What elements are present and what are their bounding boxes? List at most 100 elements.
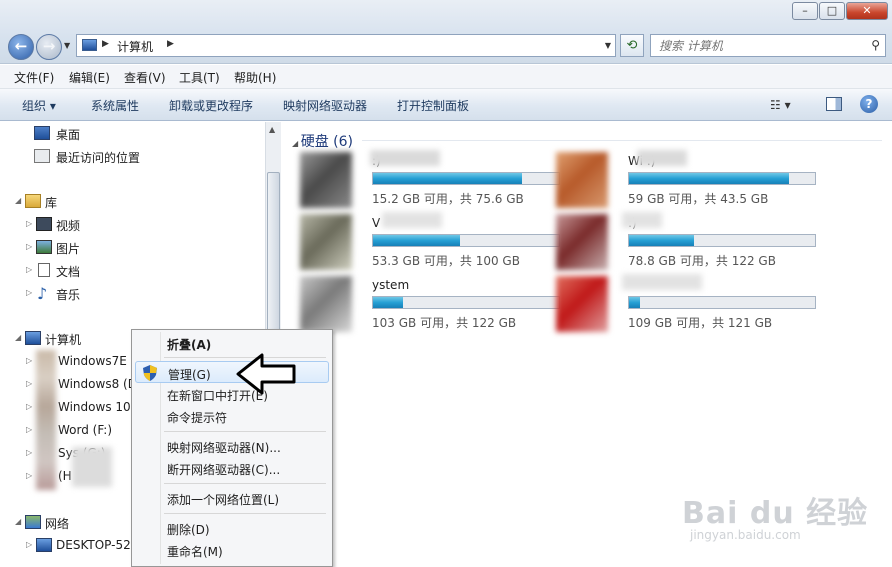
organize-button[interactable]: 组织 ▾ bbox=[22, 97, 56, 114]
address-bar[interactable]: ▶ 计算机 ▶ ▼ bbox=[76, 34, 616, 57]
back-button[interactable]: ← bbox=[8, 34, 34, 60]
computer-icon bbox=[36, 538, 52, 552]
breadcrumb-separator-icon[interactable]: ▶ bbox=[167, 39, 174, 49]
address-dropdown-icon[interactable]: ▼ bbox=[605, 41, 611, 50]
preview-pane-icon[interactable] bbox=[826, 97, 842, 111]
maximize-button[interactable]: □ bbox=[819, 2, 845, 20]
masked-label bbox=[637, 150, 687, 166]
watermark-url: jingyan.baidu.com bbox=[690, 528, 801, 542]
desktop-icon bbox=[34, 126, 50, 140]
computer-icon bbox=[82, 39, 97, 51]
expand-icon[interactable]: ▷ bbox=[26, 219, 32, 228]
menu-item-rename[interactable]: 重命名(M) bbox=[135, 539, 329, 561]
nav-item-drive-g[interactable]: ▷ Sys (G:) bbox=[0, 444, 140, 464]
menu-item-disconnect-network-drive[interactable]: 断开网络驱动器(C)... bbox=[135, 457, 329, 479]
minimize-button[interactable]: – bbox=[792, 2, 818, 20]
group-divider bbox=[362, 140, 882, 141]
refresh-button[interactable]: ⟲ bbox=[620, 34, 644, 57]
map-network-drive-button[interactable]: 映射网络驱动器 bbox=[283, 97, 367, 114]
nav-item-recent-places[interactable]: 最近访问的位置 bbox=[0, 147, 260, 167]
music-note-icon: ♪ bbox=[37, 284, 48, 303]
nav-item-drive-d[interactable]: ▷ Windows8 (D bbox=[0, 375, 140, 395]
menu-item-open-new-window[interactable]: 在新窗口中打开(E) bbox=[135, 383, 329, 405]
expand-icon[interactable]: ▷ bbox=[26, 471, 32, 480]
nav-item-music[interactable]: ▷ ♪ 音乐 bbox=[0, 284, 260, 304]
expand-icon[interactable]: ▷ bbox=[26, 379, 32, 388]
expand-icon[interactable]: ▷ bbox=[26, 402, 32, 411]
menu-tools[interactable]: 工具(T) bbox=[179, 69, 220, 86]
nav-item-desktop-host[interactable]: ▷ DESKTOP-52 bbox=[0, 536, 140, 556]
search-icon[interactable]: ⚲ bbox=[871, 38, 880, 52]
library-folder-icon bbox=[25, 194, 41, 208]
menu-item-delete[interactable]: 删除(D) bbox=[135, 517, 329, 539]
menu-item-add-network-location[interactable]: 添加一个网络位置(L) bbox=[135, 487, 329, 509]
expand-icon[interactable]: ▷ bbox=[26, 425, 32, 434]
collapse-icon[interactable]: ◢ bbox=[15, 196, 21, 205]
drive-usage-bar bbox=[628, 296, 816, 309]
expand-icon[interactable]: ▷ bbox=[26, 242, 32, 251]
menu-help[interactable]: 帮助(H) bbox=[234, 69, 276, 86]
drive-icon bbox=[556, 214, 608, 270]
drive-icon bbox=[300, 276, 352, 332]
expand-icon[interactable]: ▷ bbox=[26, 540, 32, 549]
search-input[interactable] bbox=[657, 36, 857, 55]
drive-tile[interactable]: :) 78.8 GB 可用，共 122 GB bbox=[556, 214, 816, 270]
menu-separator bbox=[164, 431, 326, 432]
network-icon bbox=[25, 515, 41, 529]
title-bar: – □ ✕ ← → ▼ ▶ 计算机 ▶ ▼ ⟲ ⚲ bbox=[0, 0, 892, 64]
nav-item-drive-h[interactable]: ▷ (H bbox=[0, 467, 140, 487]
drive-tile[interactable]: ystem 103 GB 可用，共 122 GB bbox=[300, 276, 560, 332]
nav-item-pictures[interactable]: ▷ 图片 bbox=[0, 238, 260, 258]
arrow-left-icon: ← bbox=[14, 37, 28, 55]
group-header-hard-disks[interactable]: ◢ 硬盘 (6) bbox=[292, 131, 353, 151]
collapse-icon[interactable]: ◢ bbox=[292, 139, 301, 148]
menu-view[interactable]: 查看(V) bbox=[124, 69, 166, 86]
scroll-up-icon[interactable]: ▲ bbox=[269, 125, 275, 134]
forward-button[interactable]: → bbox=[36, 34, 62, 60]
nav-item-documents[interactable]: ▷ 文档 bbox=[0, 261, 260, 281]
close-button[interactable]: ✕ bbox=[846, 2, 888, 20]
menu-item-command-prompt[interactable]: 命令提示符 bbox=[135, 405, 329, 427]
menu-item-map-network-drive[interactable]: 映射网络驱动器(N)... bbox=[135, 435, 329, 457]
drive-icon bbox=[300, 152, 352, 208]
menu-file[interactable]: 文件(F) bbox=[14, 69, 54, 86]
recent-pages-dropdown[interactable]: ▼ bbox=[64, 41, 70, 50]
document-icon bbox=[38, 263, 50, 277]
expand-icon[interactable]: ▷ bbox=[26, 265, 32, 274]
expand-icon[interactable]: ▷ bbox=[26, 356, 32, 365]
watermark-logo: Bai du 经验 bbox=[682, 496, 869, 531]
drive-usage-bar bbox=[372, 296, 560, 309]
help-icon[interactable]: ? bbox=[860, 95, 878, 113]
menu-item-manage[interactable]: 管理(G) bbox=[135, 361, 329, 383]
scrollbar-thumb[interactable] bbox=[267, 172, 280, 332]
picture-icon bbox=[36, 240, 52, 254]
system-properties-button[interactable]: 系统属性 bbox=[91, 97, 139, 114]
expand-icon[interactable]: ▷ bbox=[26, 288, 32, 297]
breadcrumb-computer[interactable]: 计算机 bbox=[117, 38, 153, 55]
video-icon bbox=[36, 217, 52, 231]
masked-label bbox=[370, 150, 440, 166]
expand-icon[interactable]: ▷ bbox=[26, 448, 32, 457]
menu-item-collapse[interactable]: 折叠(A) bbox=[135, 332, 329, 354]
nav-item-desktop[interactable]: 桌面 bbox=[0, 124, 260, 144]
nav-item-computer[interactable]: ◢ 计算机 bbox=[0, 329, 140, 349]
search-box[interactable]: ⚲ bbox=[650, 34, 886, 57]
uninstall-program-button[interactable]: 卸载或更改程序 bbox=[169, 97, 253, 114]
breadcrumb-separator-icon[interactable]: ▶ bbox=[102, 39, 109, 49]
nav-item-network[interactable]: ◢ 网络 bbox=[0, 513, 140, 533]
menu-separator bbox=[164, 513, 326, 514]
nav-item-libraries[interactable]: ◢ 库 bbox=[0, 192, 260, 212]
collapse-icon[interactable]: ◢ bbox=[15, 333, 21, 342]
nav-item-drive-f[interactable]: ▷ Word (F:) bbox=[0, 421, 140, 441]
change-view-icon[interactable]: ☷ ▾ bbox=[770, 98, 791, 112]
nav-item-drive-c[interactable]: ▷ Windows7E (C bbox=[0, 352, 144, 372]
collapse-icon[interactable]: ◢ bbox=[15, 517, 21, 526]
open-control-panel-button[interactable]: 打开控制面板 bbox=[397, 97, 469, 114]
drive-usage-bar bbox=[628, 172, 816, 185]
masked-label bbox=[622, 274, 702, 290]
drive-icon bbox=[556, 152, 608, 208]
nav-item-videos[interactable]: ▷ 视频 bbox=[0, 215, 260, 235]
menu-separator bbox=[164, 483, 326, 484]
nav-item-drive-e[interactable]: ▷ Windows 10 bbox=[0, 398, 140, 418]
menu-edit[interactable]: 编辑(E) bbox=[69, 69, 110, 86]
